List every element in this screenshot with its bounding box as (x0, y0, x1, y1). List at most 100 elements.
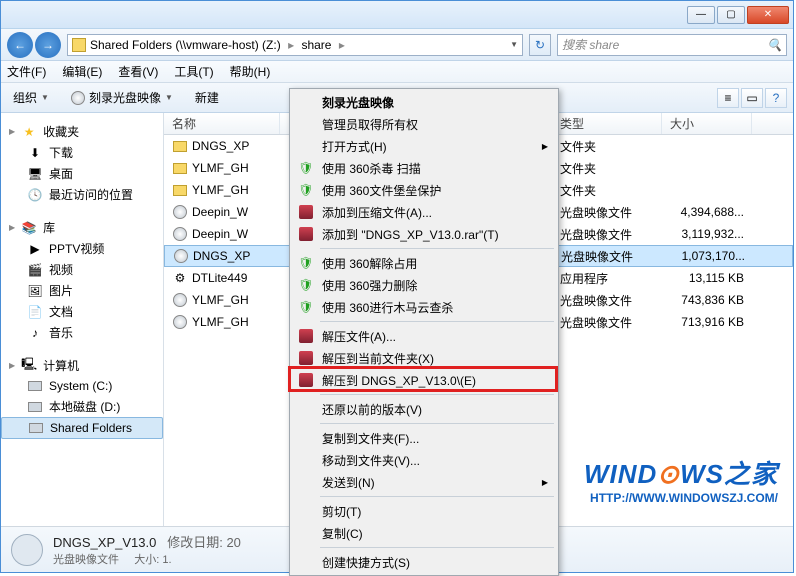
refresh-button[interactable]: ↻ (529, 34, 551, 56)
sidebar-favorites-header[interactable]: ▶ ★ 收藏夹 (1, 121, 163, 142)
sidebar-item-music[interactable]: ♪音乐 (1, 322, 163, 343)
maximize-button[interactable]: ▢ (717, 6, 745, 24)
column-name[interactable]: 名称 (164, 113, 280, 134)
context-menu-item[interactable]: 添加到压缩文件(A)... (292, 201, 556, 223)
disc-icon (71, 91, 85, 105)
menu-help[interactable]: 帮助(H) (230, 63, 271, 80)
minimize-button[interactable]: — (687, 6, 715, 24)
file-type: 光盘映像文件 (552, 292, 662, 309)
menu-item-label: 复制到文件夹(F)... (322, 430, 419, 447)
file-size: 713,916 KB (662, 315, 752, 329)
menu-item-label: 使用 360杀毒 扫描 (322, 160, 421, 177)
submenu-arrow-icon: ▶ (542, 142, 548, 151)
preview-pane-button[interactable]: ▭ (741, 88, 763, 108)
newfolder-button[interactable]: 新建 (189, 87, 225, 108)
context-menu-item[interactable]: 打开方式(H) ▶ (292, 135, 556, 157)
breadcrumb-sep: ▸ (339, 38, 345, 52)
breadcrumb-segment[interactable]: share (301, 38, 331, 52)
file-name: YLMF_GH (192, 183, 249, 197)
context-menu-item[interactable]: 🛡使用 360杀毒 扫描 (292, 157, 556, 179)
context-menu-item[interactable]: 还原以前的版本(V) (292, 398, 556, 420)
dropdown-icon[interactable]: ▼ (510, 40, 518, 49)
menu-view[interactable]: 查看(V) (118, 63, 158, 80)
sidebar-item-videos[interactable]: 🎬视频 (1, 259, 163, 280)
menu-item-label: 解压到 DNGS_XP_V13.0\(E) (322, 372, 476, 389)
burn-button[interactable]: 刻录光盘映像▼ (65, 87, 179, 108)
organize-button[interactable]: 组织▼ (7, 87, 55, 108)
menu-file[interactable]: 文件(F) (7, 63, 46, 80)
context-menu-item[interactable]: 🛡 使用 360解除占用 (292, 252, 556, 274)
file-name: DNGS_XP (192, 139, 249, 153)
sidebar-item-pictures[interactable]: 🖼图片 (1, 280, 163, 301)
collapse-icon[interactable]: ▶ (9, 361, 15, 370)
file-type: 文件夹 (552, 160, 662, 177)
context-menu-item[interactable]: 管理员取得所有权 (292, 113, 556, 135)
music-icon: ♪ (27, 325, 43, 341)
column-type[interactable]: 类型 (552, 113, 662, 134)
close-button[interactable]: ✕ (747, 6, 789, 24)
context-menu-item[interactable]: 🛡使用 360进行木马云查杀 (292, 296, 556, 318)
context-menu-item[interactable]: 解压文件(A)... (292, 325, 556, 347)
video-icon: 🎬 (27, 262, 43, 278)
sidebar-item-desktop[interactable]: 🖥桌面 (1, 163, 163, 184)
context-menu-item[interactable]: 剪切(T) (292, 500, 556, 522)
drive-icon (28, 381, 42, 391)
search-input[interactable]: 搜索 share 🔍 (557, 34, 787, 56)
menu-item-label: 使用 360进行木马云查杀 (322, 299, 453, 316)
file-icon (172, 314, 188, 330)
collapse-icon[interactable]: ▶ (9, 127, 15, 136)
sidebar-item-downloads[interactable]: ⬇下载 (1, 142, 163, 163)
back-button[interactable]: ← (7, 32, 33, 58)
menu-item-label: 复制(C) (322, 525, 363, 542)
context-menu-item[interactable]: 复制(C) (292, 522, 556, 544)
sidebar-item-shared-folders[interactable]: Shared Folders (1, 417, 163, 439)
help-button[interactable]: ? (765, 88, 787, 108)
search-icon[interactable]: 🔍 (767, 38, 782, 52)
video-icon: ▶ (27, 241, 43, 257)
context-menu-item[interactable]: 移动到文件夹(V)... (292, 449, 556, 471)
status-filetype: 光盘映像文件 (53, 554, 119, 566)
shield-icon: 🛡 (298, 255, 314, 271)
address-bar[interactable]: Shared Folders (\\vmware-host) (Z:) ▸ sh… (67, 34, 523, 56)
desktop-icon: 🖥 (27, 166, 43, 182)
download-icon: ⬇ (27, 145, 43, 161)
context-menu-item[interactable]: 复制到文件夹(F)... (292, 427, 556, 449)
context-menu-item[interactable]: 解压到当前文件夹(X) (292, 347, 556, 369)
menu-item-label: 移动到文件夹(V)... (322, 452, 420, 469)
watermark: WIND⊙WS之家 HTTP://WWW.WINDOWSZJ.COM/ (584, 454, 778, 505)
sidebar-libraries-header[interactable]: ▶ 📚 库 (1, 217, 163, 238)
context-menu-item[interactable]: 创建快捷方式(S) (292, 551, 556, 573)
menu-tools[interactable]: 工具(T) (174, 63, 213, 80)
file-type: 应用程序 (552, 270, 662, 287)
sidebar-item-pptv[interactable]: ▶PPTV视频 (1, 238, 163, 259)
menu-edit[interactable]: 编辑(E) (62, 63, 102, 80)
file-type: 光盘映像文件 (552, 204, 662, 221)
collapse-icon[interactable]: ▶ (9, 223, 15, 232)
sidebar-item-drive-c[interactable]: System (C:) (1, 376, 163, 396)
menu-item-label: 打开方式(H) (322, 138, 387, 155)
context-menu-item[interactable]: 发送到(N)▶ (292, 471, 556, 493)
sidebar-item-documents[interactable]: 📄文档 (1, 301, 163, 322)
sidebar-item-recent[interactable]: 🕓最近访问的位置 (1, 184, 163, 205)
file-name: YLMF_GH (192, 293, 249, 307)
view-mode-button[interactable]: ≡ (717, 88, 739, 108)
file-size: 743,836 KB (662, 293, 752, 307)
forward-button[interactable]: → (35, 32, 61, 58)
context-menu-item[interactable]: 🛡使用 360文件堡垒保护 (292, 179, 556, 201)
context-menu-item[interactable]: 添加到 "DNGS_XP_V13.0.rar"(T) (292, 223, 556, 245)
menu-item-label: 使用 360解除占用 (322, 255, 417, 272)
rar-icon (298, 204, 314, 220)
file-name: YLMF_GH (192, 315, 249, 329)
context-menu-item[interactable]: 刻录光盘映像 (292, 91, 556, 113)
menu-separator (320, 423, 554, 424)
file-icon (172, 226, 188, 242)
menu-item-label: 添加到压缩文件(A)... (322, 204, 432, 221)
file-icon (173, 248, 189, 264)
sidebar-computer-header[interactable]: ▶ 🖳 计算机 (1, 355, 163, 376)
menu-separator (320, 394, 554, 395)
column-size[interactable]: 大小 (662, 113, 752, 134)
sidebar-item-drive-d[interactable]: 本地磁盘 (D:) (1, 396, 163, 417)
context-menu-item[interactable]: 解压到 DNGS_XP_V13.0\(E) (292, 369, 556, 391)
context-menu-item[interactable]: 🛡使用 360强力删除 (292, 274, 556, 296)
breadcrumb-segment[interactable]: Shared Folders (\\vmware-host) (Z:) (90, 38, 281, 52)
